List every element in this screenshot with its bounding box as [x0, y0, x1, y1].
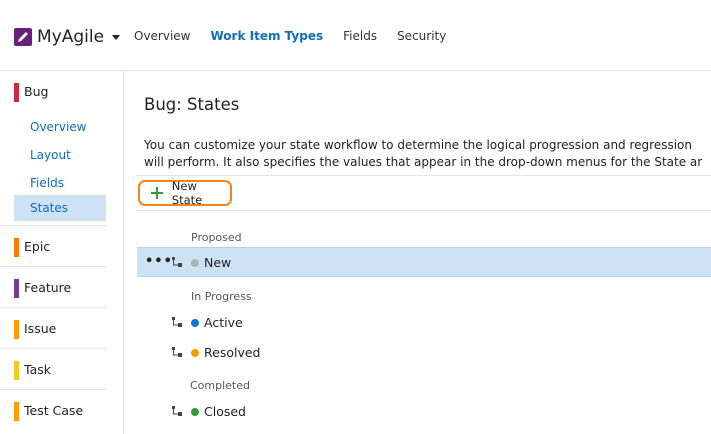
state-color-dot [191, 349, 199, 357]
category-label-proposed: Proposed [191, 231, 242, 244]
category-label-completed: Completed [190, 379, 250, 392]
sidebar-item-label: Issue [24, 321, 57, 336]
sidebar-subitem-label: Fields [30, 176, 64, 190]
state-label: Active [204, 315, 243, 330]
state-label: Resolved [204, 345, 261, 360]
more-options-icon[interactable]: ••• [145, 255, 173, 268]
type-color-swatch [14, 402, 19, 421]
new-state-button[interactable]: New State [138, 179, 232, 207]
sidebar-subitem-layout[interactable]: Layout [14, 142, 106, 168]
project-selector[interactable]: MyAgile [14, 24, 121, 50]
description-line: will perform. It also specifies the valu… [144, 155, 703, 169]
work-item-type-sidebar: Bug Overview Layout Fields States Epic F… [0, 71, 124, 434]
sidebar-item-feature[interactable]: Feature [0, 267, 107, 308]
states-panel: Bug: States You can customize your state… [124, 71, 711, 434]
state-label: Closed [204, 404, 246, 419]
description-line: You can customize your state workflow to… [144, 138, 692, 152]
nav-work-item-types[interactable]: Work Item Types [211, 29, 324, 43]
project-icon [14, 28, 32, 46]
workflow-icon [172, 317, 182, 327]
sidebar-subitem-states[interactable]: States [14, 195, 106, 221]
workflow-icon [172, 406, 182, 416]
state-label: New [204, 255, 232, 270]
nav-overview[interactable]: Overview [134, 29, 191, 43]
type-color-swatch [14, 279, 19, 298]
type-color-swatch [14, 361, 19, 380]
sidebar-item-bug[interactable]: Bug [0, 71, 107, 111]
top-header: MyAgile Overview Work Item Types Fields … [0, 0, 711, 71]
workflow-icon [172, 347, 182, 357]
sidebar-item-test-case[interactable]: Test Case [0, 390, 107, 430]
sidebar-group-bug: Bug Overview Layout Fields States [0, 71, 107, 226]
project-name: MyAgile [37, 27, 105, 47]
type-color-swatch [14, 320, 19, 339]
sidebar-item-issue[interactable]: Issue [0, 308, 107, 349]
type-color-swatch [14, 83, 19, 102]
nav-security[interactable]: Security [397, 29, 446, 43]
sidebar-item-label: Task [24, 362, 51, 377]
new-state-label: New State [171, 179, 203, 207]
nav-fields[interactable]: Fields [343, 29, 377, 43]
sidebar-item-epic[interactable]: Epic [0, 226, 107, 267]
sidebar-subitem-label: Layout [30, 148, 71, 162]
sidebar-item-label: Epic [24, 239, 51, 254]
page-title: Bug: States [144, 95, 240, 114]
state-row-active[interactable]: Active [137, 308, 711, 338]
state-row-closed[interactable]: Closed [137, 397, 711, 427]
state-color-dot [191, 259, 199, 267]
state-row-resolved[interactable]: Resolved [137, 338, 711, 368]
sidebar-item-task[interactable]: Task [0, 349, 107, 390]
sidebar-subitem-overview[interactable]: Overview [14, 114, 106, 140]
states-toolbar: New State [136, 175, 711, 211]
plus-icon [151, 187, 163, 199]
sidebar-item-label: Bug [24, 84, 49, 99]
top-nav: Overview Work Item Types Fields Security [134, 29, 466, 43]
sidebar-subitem-label: States [30, 201, 69, 215]
state-color-dot [191, 319, 199, 327]
state-row-new[interactable]: ••• New [137, 247, 711, 277]
state-color-dot [191, 408, 199, 416]
type-color-swatch [14, 238, 19, 257]
sidebar-subitem-label: Overview [30, 120, 87, 134]
sidebar-item-label: Feature [24, 280, 72, 295]
chevron-down-icon [112, 34, 121, 40]
page-description: You can customize your state workflow to… [144, 137, 711, 171]
sidebar-subitem-fields[interactable]: Fields [14, 170, 106, 196]
category-label-in-progress: In Progress [191, 290, 252, 303]
sidebar-item-label: Test Case [24, 403, 84, 418]
workflow-icon [172, 257, 182, 267]
